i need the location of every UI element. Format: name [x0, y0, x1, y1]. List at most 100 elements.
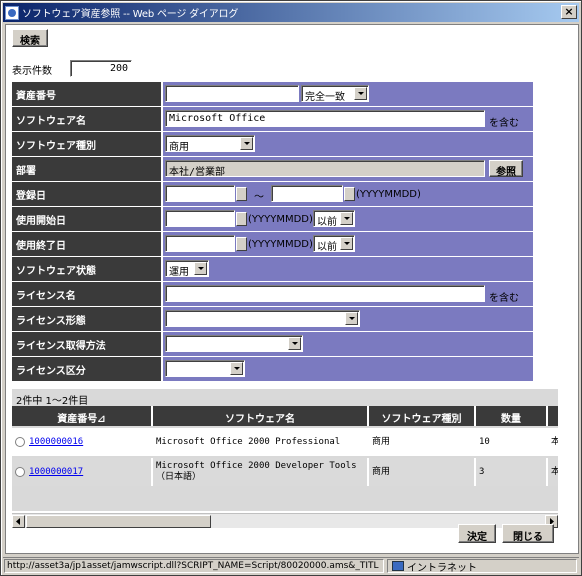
row-license-form: ライセンス形態 [12, 307, 533, 331]
department-browse-button[interactable]: 参照 [489, 160, 523, 178]
row-radio[interactable] [15, 467, 25, 477]
results-panel: 2件中 1～2件目 資産番号⊿ ソフトウェア名 ソフトウェア種別 数量 1000… [12, 389, 558, 511]
row-department: 部署 本社/営業部 参照 [12, 157, 533, 181]
dialog-window: ソフトウェア資産参照 -- Web ページ ダイアログ × 検索 表示件数 20… [0, 0, 582, 576]
close-icon[interactable]: × [561, 5, 577, 19]
register-date-label: 登録日 [12, 182, 163, 206]
dialog-content: 検索 表示件数 200 資産番号 完全一致 ソフトウェア名 Microsoft … [5, 24, 579, 554]
license-acquire-label: ライセンス取得方法 [12, 332, 163, 356]
row-software-name: ソフトウェア名 Microsoft Office を含む [12, 107, 533, 131]
col-quantity[interactable]: 数量 [476, 406, 548, 426]
license-name-suffix: を含む [489, 293, 519, 304]
display-count-input[interactable]: 200 [70, 60, 132, 77]
asset-no-link[interactable]: 1000000016 [29, 437, 83, 448]
col-asset-no[interactable]: 資産番号⊿ [12, 406, 153, 426]
col-software-name[interactable]: ソフトウェア名 [153, 406, 369, 426]
scroll-left-icon[interactable] [12, 515, 25, 528]
ie-page-icon [5, 5, 19, 20]
extra-cell: 本 [551, 466, 558, 477]
security-zone: イントラネット [387, 559, 577, 574]
department-label: 部署 [12, 157, 163, 181]
scrollbar-thumb[interactable] [26, 515, 211, 528]
chevron-down-icon [340, 212, 353, 225]
chevron-down-icon [340, 237, 353, 250]
software-type-label: ソフトウェア種別 [12, 132, 163, 156]
search-button[interactable]: 検索 [12, 29, 48, 47]
calendar-icon[interactable] [236, 237, 247, 251]
license-acquire-select[interactable] [165, 335, 303, 352]
software-name-cell: Microsoft Office 2000 Developer Tools（日本… [153, 458, 369, 486]
license-name-label: ライセンス名 [12, 282, 163, 306]
row-select-cell: 1000000017 [12, 458, 153, 486]
start-date-cond-value: 以前 [317, 217, 337, 227]
software-type-cell: 商用 [369, 458, 476, 486]
calendar-icon[interactable] [344, 187, 355, 201]
chevron-down-icon [194, 262, 207, 275]
chevron-down-icon [354, 87, 367, 100]
row-radio[interactable] [15, 437, 25, 447]
row-register-date: 登録日 ～ (YYYYMMDD) [12, 182, 533, 206]
software-name-input[interactable]: Microsoft Office [165, 110, 485, 127]
software-state-select[interactable]: 運用 [165, 260, 209, 277]
results-table: 資産番号⊿ ソフトウェア名 ソフトウェア種別 数量 1000000016 Mic… [12, 406, 558, 506]
software-name-cell: Microsoft Office 2000 Professional [153, 428, 369, 456]
row-start-date: 使用開始日 (YYYYMMDD) 以前 [12, 207, 533, 231]
calendar-icon[interactable] [236, 212, 247, 226]
license-name-input[interactable] [165, 285, 485, 302]
row-select-cell: 1000000016 [12, 428, 153, 456]
start-date-label: 使用開始日 [12, 207, 163, 231]
register-date-to-input[interactable] [271, 185, 343, 202]
register-date-tilde: ～ [254, 192, 264, 203]
software-type-value: 商用 [169, 142, 189, 152]
chevron-down-icon [240, 137, 253, 150]
chevron-down-icon [345, 312, 358, 325]
end-date-cond-select[interactable]: 以前 [313, 235, 355, 252]
row-asset-no: 資産番号 完全一致 [12, 82, 533, 106]
end-date-input[interactable] [165, 235, 235, 252]
table-header: 資産番号⊿ ソフトウェア名 ソフトウェア種別 数量 [12, 406, 558, 426]
ok-button[interactable]: 決定 [458, 524, 496, 543]
quantity-cell: 3 [476, 458, 548, 486]
software-type-select[interactable]: 商用 [165, 135, 255, 152]
row-software-state: ソフトウェア状態 運用 [12, 257, 533, 281]
window-title: ソフトウェア資産参照 -- Web ページ ダイアログ [22, 9, 239, 20]
department-input: 本社/営業部 [165, 160, 485, 177]
asset-no-input[interactable] [165, 85, 299, 102]
software-type-cell: 商用 [369, 428, 476, 456]
row-end-date: 使用終了日 (YYYYMMDD) 以前 [12, 232, 533, 256]
intranet-icon [392, 561, 404, 571]
status-url: http://asset3a/jp1asset/jamwscript.dll?S… [4, 559, 384, 573]
chevron-down-icon [230, 362, 243, 375]
table-row: 1000000017 Microsoft Office 2000 Develop… [12, 458, 558, 486]
register-date-from-input[interactable] [165, 185, 235, 202]
license-form-label: ライセンス形態 [12, 307, 163, 331]
zone-label: イントラネット [407, 562, 477, 574]
software-name-suffix: を含む [489, 118, 519, 129]
asset-no-match-select[interactable]: 完全一致 [301, 85, 369, 102]
software-state-value: 運用 [169, 267, 189, 277]
license-class-label: ライセンス区分 [12, 357, 163, 381]
start-date-format: (YYYYMMDD) [248, 214, 313, 225]
row-software-type: ソフトウェア種別 商用 [12, 132, 533, 156]
software-name-label: ソフトウェア名 [12, 107, 163, 131]
start-date-cond-select[interactable]: 以前 [313, 210, 355, 227]
row-license-acquire: ライセンス取得方法 [12, 332, 533, 356]
close-button[interactable]: 閉じる [502, 524, 554, 543]
end-date-format: (YYYYMMDD) [248, 239, 313, 250]
license-class-select[interactable] [165, 360, 245, 377]
col-extra [548, 406, 558, 426]
extra-cell: 本 [551, 436, 558, 447]
title-bar: ソフトウェア資産参照 -- Web ページ ダイアログ × [3, 3, 579, 22]
col-software-type[interactable]: ソフトウェア種別 [369, 406, 476, 426]
calendar-icon[interactable] [236, 187, 247, 201]
display-count-label: 表示件数 [12, 66, 52, 77]
status-bar: http://asset3a/jp1asset/jamwscript.dll?S… [3, 557, 579, 574]
software-state-label: ソフトウェア状態 [12, 257, 163, 281]
asset-no-link[interactable]: 1000000017 [29, 467, 83, 478]
end-date-label: 使用終了日 [12, 232, 163, 256]
start-date-input[interactable] [165, 210, 235, 227]
license-form-select[interactable] [165, 310, 360, 327]
row-license-class: ライセンス区分 [12, 357, 533, 381]
results-summary: 2件中 1～2件目 [16, 396, 89, 407]
asset-no-label: 資産番号 [12, 82, 163, 106]
